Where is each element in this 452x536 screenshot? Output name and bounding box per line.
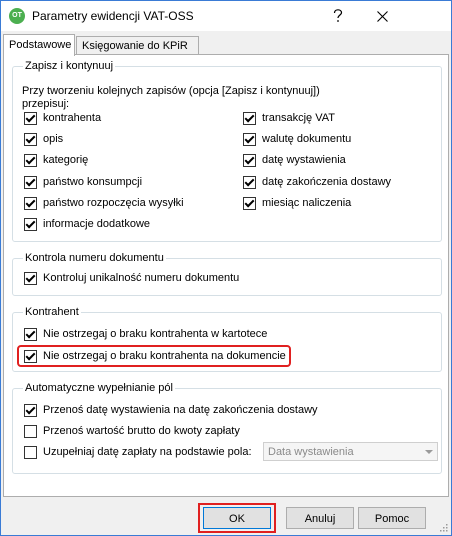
checkbox-label: Nie ostrzegaj o braku kontrahenta w kart… xyxy=(43,328,268,340)
checkbox-label: Kontroluj unikalność numeru dokumentu xyxy=(43,272,240,284)
checkbox-delivery-end-date[interactable]: datę zakończenia dostawy xyxy=(243,174,391,190)
cancel-button[interactable]: Anuluj xyxy=(286,507,354,529)
hint-line-1: Przy tworzeniu kolejnych zapisów (opcja … xyxy=(22,85,320,97)
checkbox-label: opis xyxy=(43,133,64,145)
checkbox-vat-transaction[interactable]: transakcję VAT xyxy=(243,110,335,126)
checkbox-issue-date[interactable]: datę wystawienia xyxy=(243,152,346,168)
checkbox-document-currency[interactable]: walutę dokumentu xyxy=(243,131,351,147)
checkbox-additional-info[interactable]: informacje dodatkowe xyxy=(24,216,150,232)
checkbox-category[interactable]: kategorię xyxy=(24,152,88,168)
checkbox-contractor[interactable]: kontrahenta xyxy=(24,110,101,126)
doc-number-group-title: Kontrola numeru dokumentu xyxy=(23,252,166,264)
tab-kpir-posting[interactable]: Księgowanie do KPiR xyxy=(76,36,199,55)
checkbox-box[interactable] xyxy=(24,217,37,231)
save-continue-group-title: Zapisz i kontynuuj xyxy=(23,60,116,72)
contractor-group-title: Kontrahent xyxy=(23,306,81,318)
app-icon: OT xyxy=(9,8,25,24)
checkbox-label: transakcję VAT xyxy=(262,112,335,124)
checkbox-shipping-country[interactable]: państwo rozpoczęcia wysyłki xyxy=(24,195,184,211)
checkbox-box[interactable] xyxy=(24,403,37,417)
checkbox-copy-issue-date[interactable]: Przenoś datę wystawienia na datę zakończ… xyxy=(24,402,318,418)
checkbox-label: datę zakończenia dostawy xyxy=(262,176,392,188)
resize-grip-icon[interactable] xyxy=(438,522,448,532)
checkbox-box[interactable] xyxy=(243,175,256,189)
checkbox-box[interactable] xyxy=(24,153,37,167)
title-bar[interactable]: OT Parametry ewidencji VAT-OSS xyxy=(1,1,451,31)
checkbox-label: miesiąc naliczenia xyxy=(262,197,352,209)
highlight-marker xyxy=(17,345,291,367)
tab-basic[interactable]: Podstawowe xyxy=(3,34,75,56)
checkbox-unique-doc-number[interactable]: Kontroluj unikalność numeru dokumentu xyxy=(24,270,239,286)
close-icon xyxy=(376,10,388,22)
checkbox-box[interactable] xyxy=(243,153,256,167)
checkbox-box[interactable] xyxy=(243,196,256,210)
checkbox-accrual-month[interactable]: miesiąc naliczenia xyxy=(243,195,351,211)
checkbox-box[interactable] xyxy=(24,424,37,438)
checkbox-consumption-country[interactable]: państwo konsumpcji xyxy=(24,174,142,190)
checkbox-label: kategorię xyxy=(43,154,89,166)
checkbox-no-warn-registry[interactable]: Nie ostrzegaj o braku kontrahenta w kart… xyxy=(24,326,267,342)
checkbox-label: państwo konsumpcji xyxy=(43,176,143,188)
chevron-down-icon xyxy=(425,450,433,454)
checkbox-label: walutę dokumentu xyxy=(262,133,352,145)
help-title-button[interactable] xyxy=(315,1,361,31)
checkbox-box[interactable] xyxy=(24,111,37,125)
checkbox-copy-gross-value[interactable]: Przenoś wartość brutto do kwoty zapłaty xyxy=(24,423,240,439)
checkbox-box[interactable] xyxy=(243,111,256,125)
checkbox-label: Uzupełniaj datę zapłaty na podstawie pol… xyxy=(43,446,252,458)
ok-button[interactable]: OK xyxy=(203,507,271,529)
checkbox-label: Przenoś datę wystawienia na datę zakończ… xyxy=(43,404,318,416)
checkbox-fill-payment-date[interactable]: Uzupełniaj datę zapłaty na podstawie pol… xyxy=(24,444,252,460)
checkbox-label: Przenoś wartość brutto do kwoty zapłaty xyxy=(43,425,240,437)
window-title: Parametry ewidencji VAT-OSS xyxy=(32,9,194,23)
save-continue-hint: Przy tworzeniu kolejnych zapisów (opcja … xyxy=(22,85,342,111)
close-title-button[interactable] xyxy=(359,1,405,31)
checkbox-box[interactable] xyxy=(24,196,37,210)
question-icon xyxy=(333,9,343,22)
checkbox-description[interactable]: opis xyxy=(24,131,63,147)
dialog-window: OT Parametry ewidencji VAT-OSS Podstawow… xyxy=(0,0,452,536)
checkbox-label: kontrahenta xyxy=(43,112,102,124)
checkbox-box[interactable] xyxy=(24,175,37,189)
payment-date-source-select[interactable]: Data wystawienia xyxy=(263,442,438,461)
checkbox-label: datę wystawienia xyxy=(262,154,346,166)
checkbox-label: informacje dodatkowe xyxy=(43,218,151,230)
select-value: Data wystawienia xyxy=(268,446,354,458)
checkbox-label: państwo rozpoczęcia wysyłki xyxy=(43,197,184,209)
checkbox-box[interactable] xyxy=(24,132,37,146)
checkbox-box[interactable] xyxy=(24,271,37,285)
checkbox-box[interactable] xyxy=(243,132,256,146)
autofill-group-title: Automatyczne wypełnianie pól xyxy=(23,382,175,394)
checkbox-box[interactable] xyxy=(24,445,37,459)
checkbox-box[interactable] xyxy=(24,327,37,341)
help-button[interactable]: Pomoc xyxy=(358,507,426,529)
